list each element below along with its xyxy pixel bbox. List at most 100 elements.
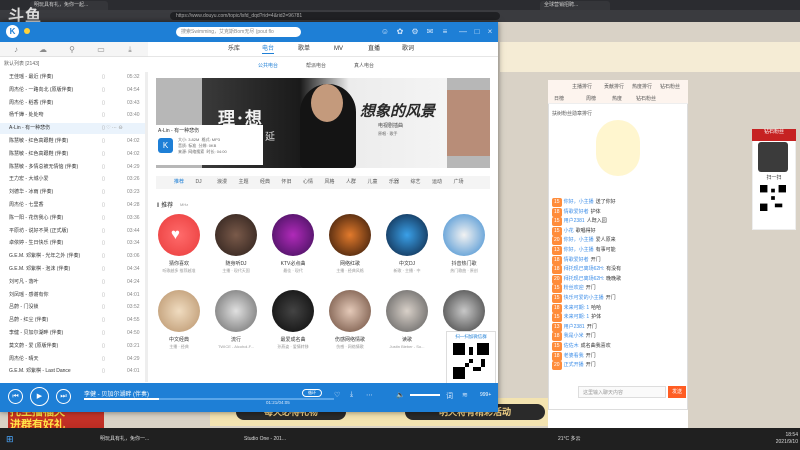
settings-icon[interactable]: ⚙ [410,27,420,37]
mail-icon[interactable]: ✉ [425,27,435,37]
station-name[interactable]: KTV必点曲 [267,260,319,267]
playlist-item[interactable]: G.E.M. 邓紫棋 - Last Dance ▯ 04:01 [0,366,148,377]
playlist-item[interactable]: 王佳瑶 - 最近 (伴奏) ▯ 05:32 [0,72,148,83]
mv-icon[interactable]: ▯ [102,354,105,365]
lyrics-icon[interactable]: 词 [446,391,453,401]
chat-username[interactable]: 老婆看我 [564,353,584,359]
category-tab[interactable]: 运动 [432,178,442,187]
chat-username[interactable]: 拜托现已离场62H: [564,266,605,272]
chat-username[interactable]: 快乐可爱的小主播 [564,295,604,301]
station-cover[interactable] [215,214,257,256]
mv-icon[interactable]: ▯ [102,98,105,109]
station-cover[interactable] [443,214,485,256]
station-name[interactable]: 读歌 [381,336,433,343]
chat-tab[interactable]: 热度排行 [632,83,652,91]
category-tab[interactable]: DJ [196,178,202,187]
playlist-header[interactable]: 默认列表 [2143] [4,60,148,69]
category-tab[interactable]: 心情 [303,178,313,187]
chat-username[interactable]: 你好，小主播 [564,237,594,243]
mv-icon[interactable]: ▯ [102,226,105,237]
chat-tab[interactable]: 贡献排行 [604,83,624,91]
playlist-item[interactable]: G.E.M. 邓紫棋 - 光年之外 (伴奏) ▯ 03:06 [0,251,148,262]
mv-icon[interactable]: ▯ [102,341,105,352]
browser-tab[interactable]: 全球营销招聘... [540,1,610,10]
more-icon[interactable]: ⋯ [366,391,373,399]
category-tab[interactable]: 广场 [454,178,464,187]
mv-icon[interactable]: ▯ [102,366,105,377]
mv-icon[interactable]: ▯ [102,251,105,262]
close-icon[interactable]: × [485,27,495,37]
mv-icon[interactable]: ▯ ♡ ⋯ ⊖ [102,123,123,134]
subtab-group-radio[interactable]: 帮派电台 [306,62,326,69]
tab-playlists[interactable]: 歌单 [298,45,310,54]
chat-username[interactable]: 情歌爱好者 [564,257,589,263]
search-input[interactable]: 搜索Swimming，艾克斯Bom无尽 (pout flo [176,27,301,37]
playlist-item[interactable]: 周杰伦 - 七里香 ▯ 04:28 [0,200,148,211]
tab-radio[interactable]: 电台 [262,45,275,54]
station-cover[interactable] [329,214,371,256]
maximize-icon[interactable]: □ [472,27,482,37]
station-name[interactable]: 最爱成名曲 [267,336,319,343]
taskbar-item[interactable]: Studio One - 201... [244,432,304,446]
music-note-icon[interactable]: ♪ [10,44,22,55]
category-tab[interactable]: 风格 [325,178,335,187]
category-tab[interactable]: 经典 [260,178,270,187]
next-button[interactable]: ⏭ [56,389,71,404]
playlist-item[interactable]: A-Lin - 有一种悲伤 ▯ ♡ ⋯ ⊖ [0,123,148,135]
minimize-icon[interactable]: — [458,27,468,37]
skin-icon[interactable]: ✿ [395,27,405,37]
category-tab[interactable]: 推荐 [174,178,184,187]
playlist-item[interactable]: 杨千嬅 - 处处吻 ▯ 03:40 [0,110,148,121]
chat-tab[interactable]: 钻石粉丝 [660,83,680,91]
station-cover[interactable] [158,290,200,332]
chat-subtab[interactable]: 热度 [612,95,622,103]
mv-icon[interactable]: ▯ [102,238,105,249]
playlist-count[interactable]: 999+ [480,392,491,398]
mv-icon[interactable]: ▯ [102,315,105,326]
subtab-public-radio[interactable]: 公共电台 [258,62,278,69]
mv-icon[interactable]: ▯ [102,72,105,83]
playlist-item[interactable]: 卓依婷 - 生日快乐 (伴奏) ▯ 03:34 [0,238,148,249]
playlist-item[interactable]: 陈慧敏 - 多情总被无情恼 (伴奏) ▯ 04:29 [0,162,148,173]
category-tab[interactable]: 人群 [346,178,356,187]
chat-username[interactable]: 用户2381 [564,218,585,224]
mv-icon[interactable]: ▯ [102,110,105,121]
playlist-item[interactable]: 周杰伦 - 稻香 (伴奏) ▯ 03:43 [0,98,148,109]
taskbar-item[interactable]: 明玩具有礼，免你一... [100,432,165,446]
station-cover[interactable]: ♥ [158,214,200,256]
chat-username[interactable]: 佐佐木 [564,343,579,349]
playlist-item[interactable]: 刘凤瑶 - 感谢有你 ▯ 04:01 [0,290,148,301]
chat-username[interactable]: 未来可期: 1 [564,305,590,311]
menu-icon[interactable]: ≡ [440,27,450,37]
playlist-item[interactable]: 刘德华 - 冰雨 (伴奏) ▯ 03:23 [0,187,148,198]
tab-library[interactable]: 乐库 [228,45,240,54]
station-name[interactable]: 网络红歌 [324,260,376,267]
chat-username[interactable]: 你好，小主播 [564,247,594,253]
chat-username[interactable]: 正式开播 [564,362,584,368]
chat-input[interactable]: 这里输入聊天内容 [578,386,666,398]
playlist-item[interactable]: G.E.M. 邓紫棋 - 泡沫 (伴奏) ▯ 04:34 [0,264,148,275]
download-icon[interactable]: ⤓ [124,44,136,55]
chat-subtab[interactable]: 日榜 [554,95,564,103]
address-bar[interactable]: https://www.douyu.com/topic/lsfd_dqd?rid… [170,12,500,20]
heart-icon[interactable]: ♡ [334,391,340,399]
person-icon[interactable]: ☺ [380,27,390,37]
playlist-item[interactable]: 陈一阳 - 花伤我心 (伴奏) ▯ 03:36 [0,213,148,224]
windows-start-icon[interactable]: ⊞ [6,432,16,446]
volume-slider[interactable] [410,394,440,396]
subtab-live-radio[interactable]: 真人电台 [354,62,374,69]
mv-icon[interactable]: ▯ [102,174,105,185]
mv-icon[interactable]: ▯ [102,302,105,313]
category-tab[interactable]: 综艺 [411,178,421,187]
mv-icon[interactable]: ▯ [102,187,105,198]
mv-icon[interactable]: ▯ [102,277,105,288]
mv-icon[interactable]: ▯ [102,264,105,275]
station-cover[interactable] [386,290,428,332]
mv-icon[interactable]: ▯ [102,85,105,96]
station-cover[interactable] [443,290,485,332]
playlist-item[interactable]: 吕蔚 - 红尘 (伴奏) ▯ 04:55 [0,315,148,326]
category-tab[interactable]: 乐器 [389,178,399,187]
previous-button[interactable]: ⏮ [8,389,23,404]
chat-username[interactable]: 未来可期: 1 [564,314,590,320]
playlist-item[interactable]: 陈慧敏 - 红色高跟鞋 (伴奏) ▯ 04:02 [0,149,148,160]
